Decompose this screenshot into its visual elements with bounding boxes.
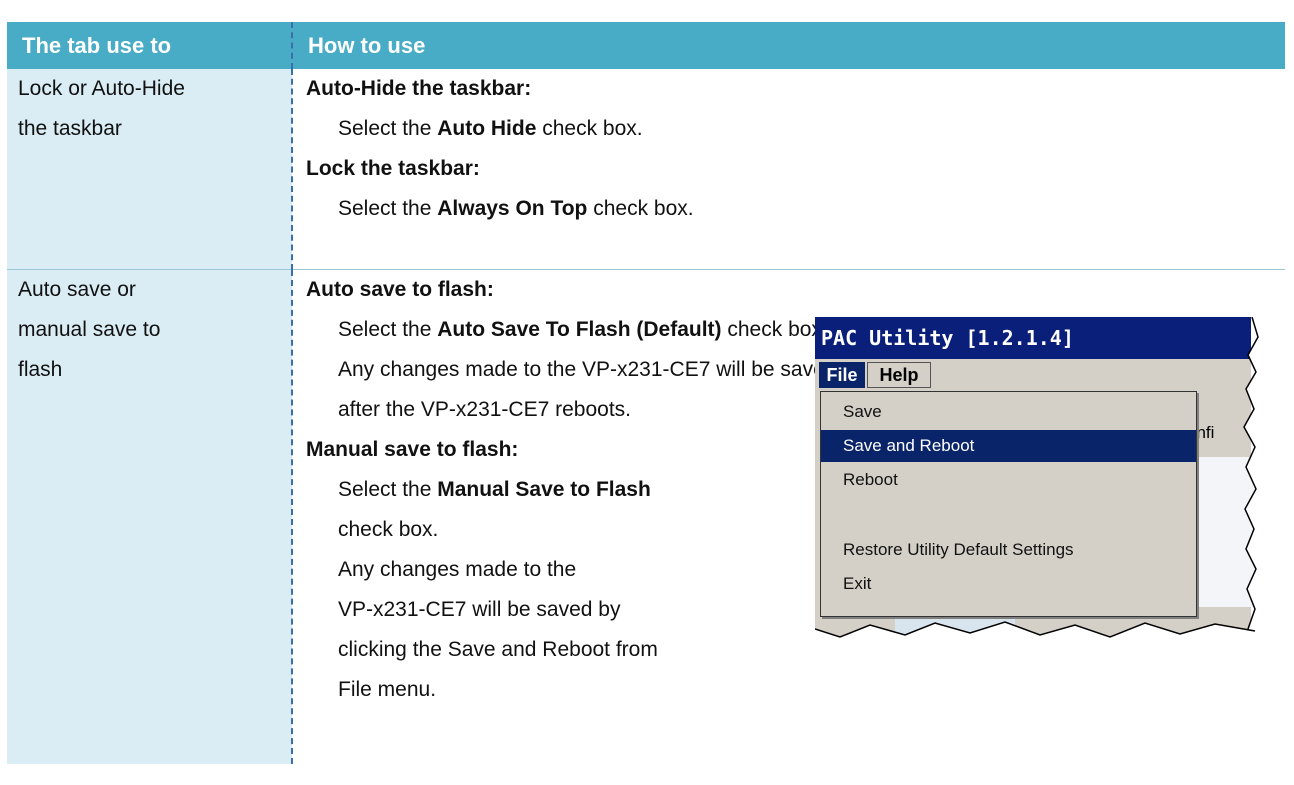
menu-item-restore-defaults[interactable]: Restore Utility Default Settings (821, 534, 1196, 566)
menu-bar: File Help (815, 359, 1251, 391)
menu-file[interactable]: File (819, 362, 865, 388)
row-label-line: Lock or Auto-Hide (18, 77, 185, 100)
file-menu-dropdown: Save Save and Reboot Reboot Restore Util… (820, 391, 1197, 617)
row-label-line: flash (18, 358, 63, 381)
manual-save-desc: File menu. (338, 678, 437, 701)
menu-item-save-and-reboot[interactable]: Save and Reboot (821, 430, 1196, 462)
lock-heading: Lock the taskbar: (306, 157, 480, 180)
torn-bottom-edge-icon (815, 621, 1270, 642)
row-label-line: manual save to (18, 318, 161, 341)
header-tab-use: The tab use to (7, 22, 293, 69)
pac-utility-screenshot: PAC Utility [1.2.1.4] File Help onfi Sav… (815, 317, 1270, 642)
menu-item-exit[interactable]: Exit (821, 568, 1196, 600)
window-title: PAC Utility [1.2.1.4] (815, 317, 1251, 359)
row-content-taskbar: Auto-Hide the taskbar: Select the Auto H… (292, 69, 1285, 270)
menu-help[interactable]: Help (867, 362, 931, 388)
row-label-line: the taskbar (18, 117, 122, 140)
auto-save-heading: Auto save to flash: (306, 278, 494, 301)
table-row: Lock or Auto-Hide the taskbar Auto-Hide … (7, 69, 1285, 270)
row-label-flash: Auto save or manual save to flash (7, 269, 293, 764)
menu-item-reboot[interactable]: Reboot (821, 464, 1196, 496)
header-how-to-use: How to use (292, 22, 1285, 69)
auto-hide-instruction: Select the Auto Hide check box. (338, 117, 643, 140)
auto-hide-heading: Auto-Hide the taskbar: (306, 77, 532, 100)
row-label-taskbar: Lock or Auto-Hide the taskbar (7, 69, 293, 270)
menu-item-save[interactable]: Save (821, 396, 1196, 428)
torn-edge-icon (1243, 317, 1270, 642)
row-label-line: Auto save or (18, 278, 136, 301)
lock-instruction: Select the Always On Top check box. (338, 197, 694, 220)
